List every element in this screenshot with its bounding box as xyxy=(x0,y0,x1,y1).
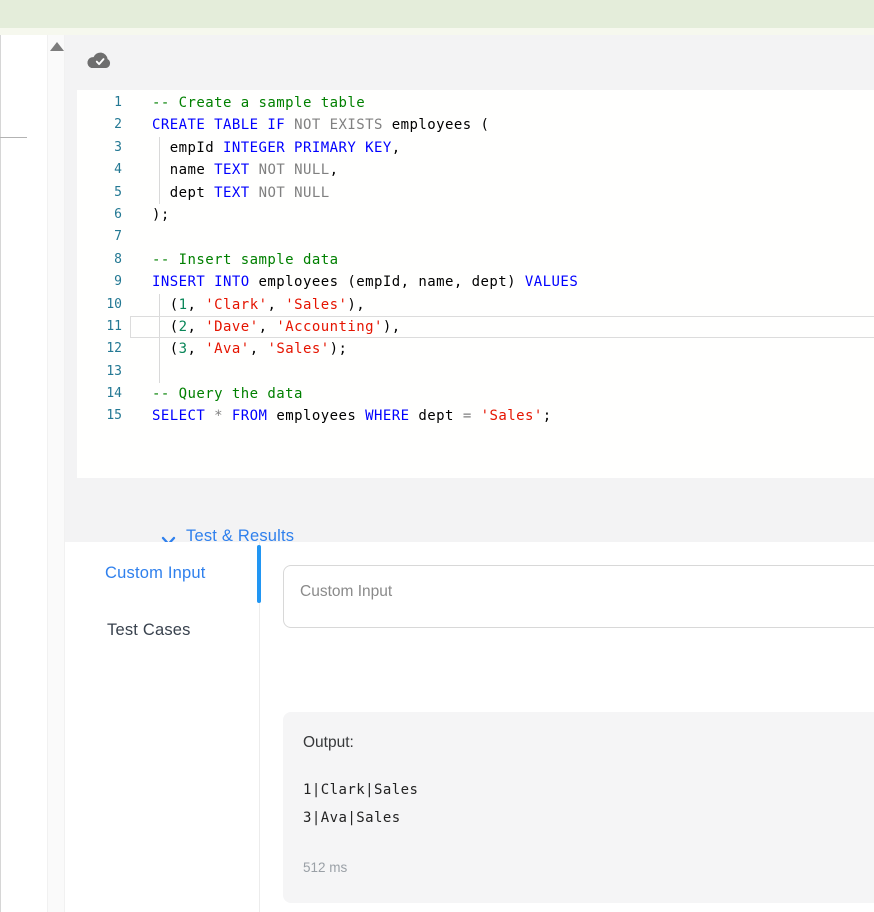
code-line-text: ); xyxy=(152,204,170,226)
code-line: 9 INSERT INTO employees (empId, name, dep… xyxy=(77,271,874,293)
line-number: 2 xyxy=(77,114,122,136)
code-line: 6); xyxy=(77,204,874,226)
line-number: 3 xyxy=(77,137,122,159)
secondary-strip xyxy=(0,28,874,35)
code-line-text: (3, 'Ava', 'Sales'); xyxy=(152,338,347,360)
panel-collapse-strip[interactable] xyxy=(47,35,65,912)
code-line: 7 xyxy=(77,226,874,248)
line-number: 6 xyxy=(77,204,122,226)
code-line: 8 -- Insert sample data xyxy=(77,249,874,271)
code-line-text: (2, 'Dave', 'Accounting'), xyxy=(152,316,401,338)
line-number: 9 xyxy=(77,271,122,293)
line-number: 15 xyxy=(77,405,122,427)
line-number: 11 xyxy=(77,316,122,338)
code-line: 3 empId INTEGER PRIMARY KEY, xyxy=(77,137,874,159)
code-lines: 1 -- Create a sample table 2 CREATE TABLE I… xyxy=(77,92,874,428)
code-line-text: SELECT * FROM employees WHERE dept = 'Sa… xyxy=(152,405,552,427)
line-number: 8 xyxy=(77,249,122,271)
runtime-label: 512 ms xyxy=(303,860,347,875)
autosave-cloud-check-icon xyxy=(85,51,113,71)
tab-test-cases[interactable]: Test Cases xyxy=(107,621,191,640)
line-number: 13 xyxy=(77,361,122,383)
code-line: 10 (1, 'Clark', 'Sales'), xyxy=(77,294,874,316)
left-panel-edge xyxy=(0,35,1,912)
tab-custom-input[interactable]: Custom Input xyxy=(105,564,206,583)
results-panel: Custom Input Test Cases Output: 1|Clark|… xyxy=(65,542,874,912)
line-number: 10 xyxy=(77,294,122,316)
code-line-text: CREATE TABLE IF NOT EXISTS employees ( xyxy=(152,114,489,136)
output-line: 1|Clark|Sales xyxy=(303,776,418,804)
top-bar xyxy=(0,0,874,28)
code-line-text: -- Create a sample table xyxy=(152,92,365,114)
left-panel-divider xyxy=(0,137,27,138)
indent-guide xyxy=(159,137,160,204)
line-number: 7 xyxy=(77,226,122,248)
code-line-text: empId INTEGER PRIMARY KEY, xyxy=(152,137,401,159)
code-line: 12 (3, 'Ava', 'Sales'); xyxy=(77,338,874,360)
code-line-text: INSERT INTO employees (empId, name, dept… xyxy=(152,271,578,293)
line-number: 4 xyxy=(77,159,122,181)
code-line: 11 (2, 'Dave', 'Accounting'), xyxy=(77,316,874,338)
line-number: 1 xyxy=(77,92,122,114)
code-line: 2 CREATE TABLE IF NOT EXISTS employees ( xyxy=(77,114,874,136)
code-line-text: (1, 'Clark', 'Sales'), xyxy=(152,294,365,316)
code-line-text: -- Query the data xyxy=(152,383,303,405)
code-line-text: name TEXT NOT NULL, xyxy=(152,159,338,181)
code-line-text: dept TEXT NOT NULL xyxy=(152,182,330,204)
custom-input-textarea[interactable] xyxy=(283,565,874,628)
left-panel xyxy=(0,35,47,912)
output-lines: 1|Clark|Sales3|Ava|Sales xyxy=(303,776,418,832)
code-line: 1 -- Create a sample table xyxy=(77,92,874,114)
editor-panel: 1 -- Create a sample table 2 CREATE TABLE I… xyxy=(65,35,874,542)
line-number: 14 xyxy=(77,383,122,405)
code-editor[interactable]: 1 -- Create a sample table 2 CREATE TABLE I… xyxy=(77,90,874,478)
output-label: Output: xyxy=(303,734,354,752)
code-line: 13 xyxy=(77,361,874,383)
code-line-text: -- Insert sample data xyxy=(152,249,338,271)
line-number: 12 xyxy=(77,338,122,360)
output-panel: Output: 1|Clark|Sales3|Ava|Sales 512 ms xyxy=(283,712,874,903)
active-tab-indicator xyxy=(257,545,261,603)
app-screen: 1 -- Create a sample table 2 CREATE TABLE I… xyxy=(0,0,874,912)
code-line: 14 -- Query the data xyxy=(77,383,874,405)
code-line: 4 name TEXT NOT NULL, xyxy=(77,159,874,181)
code-line: 15 SELECT * FROM employees WHERE dept = '… xyxy=(77,405,874,427)
collapse-triangle-icon[interactable] xyxy=(50,42,64,51)
indent-guide xyxy=(159,294,160,384)
code-line: 5 dept TEXT NOT NULL xyxy=(77,182,874,204)
output-line: 3|Ava|Sales xyxy=(303,804,418,832)
line-number: 5 xyxy=(77,182,122,204)
